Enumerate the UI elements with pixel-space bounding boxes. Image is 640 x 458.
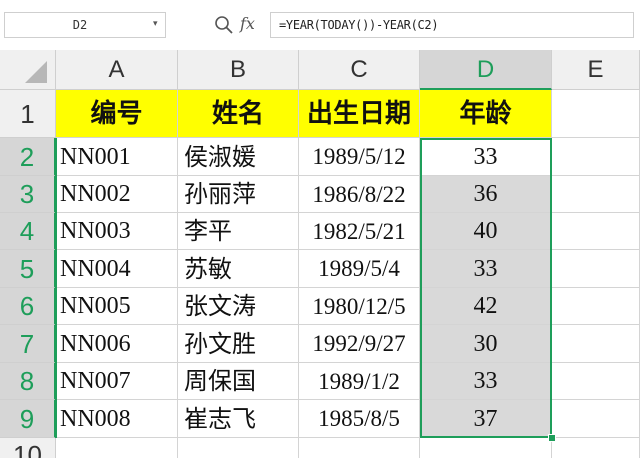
column-header-c[interactable]: C (299, 50, 420, 90)
cell-age[interactable]: 40 (420, 213, 552, 250)
cell-id[interactable]: NN002 (56, 176, 178, 213)
header-cell-name[interactable]: 姓名 (178, 90, 299, 138)
cell-a10[interactable] (56, 438, 178, 458)
cell-e10[interactable] (552, 438, 640, 458)
cell-e2[interactable] (552, 138, 640, 176)
name-box[interactable]: D2 ▾ (4, 12, 166, 38)
header-cell-age[interactable]: 年龄 (420, 90, 552, 138)
formula-bar: D2 ▾ fx =YEAR(TODAY())-YEAR(C2) (0, 0, 640, 51)
cell-e7[interactable] (552, 325, 640, 363)
row-header-9[interactable]: 9 (0, 400, 56, 438)
cell-e1[interactable] (552, 90, 640, 138)
formula-input[interactable]: =YEAR(TODAY())-YEAR(C2) (270, 12, 634, 38)
cell-age[interactable]: 37 (420, 400, 552, 438)
cell-age-active[interactable]: 33 (420, 138, 552, 176)
cell-e3[interactable] (552, 176, 640, 213)
row-header-1[interactable]: 1 (0, 90, 56, 138)
selection-left-edge (55, 138, 57, 438)
row-header-3[interactable]: 3 (0, 176, 56, 213)
cell-age[interactable]: 30 (420, 325, 552, 363)
cell-name[interactable]: 孙丽萍 (178, 176, 299, 213)
cell-id[interactable]: NN006 (56, 325, 178, 363)
cell-age[interactable]: 33 (420, 363, 552, 400)
chevron-down-icon[interactable]: ▾ (153, 19, 161, 29)
column-header-a[interactable]: A (56, 50, 178, 90)
cell-birth[interactable]: 1985/8/5 (299, 400, 420, 438)
row-header-7[interactable]: 7 (0, 325, 56, 363)
cell-e8[interactable] (552, 363, 640, 400)
cell-b10[interactable] (178, 438, 299, 458)
cell-id[interactable]: NN001 (56, 138, 178, 176)
cell-birth[interactable]: 1992/9/27 (299, 325, 420, 363)
name-box-value: D2 (72, 18, 88, 32)
row-header-2[interactable]: 2 (0, 138, 56, 176)
magnifier-icon[interactable] (214, 15, 234, 35)
column-header-e[interactable]: E (552, 50, 640, 90)
cell-name[interactable]: 侯淑媛 (178, 138, 299, 176)
cell-birth[interactable]: 1986/8/22 (299, 176, 420, 213)
header-cell-id[interactable]: 编号 (56, 90, 178, 138)
row-header-6[interactable]: 6 (0, 288, 56, 325)
cell-name[interactable]: 周保国 (178, 363, 299, 400)
cell-e5[interactable] (552, 250, 640, 288)
select-all-corner[interactable] (0, 50, 56, 90)
column-header-b[interactable]: B (178, 50, 299, 90)
cell-c10[interactable] (299, 438, 420, 458)
cell-name[interactable]: 崔志飞 (178, 400, 299, 438)
cell-id[interactable]: NN004 (56, 250, 178, 288)
cell-id[interactable]: NN008 (56, 400, 178, 438)
cell-id[interactable]: NN003 (56, 213, 178, 250)
cell-id[interactable]: NN005 (56, 288, 178, 325)
cell-name[interactable]: 李平 (178, 213, 299, 250)
cell-birth[interactable]: 1989/5/12 (299, 138, 420, 176)
cell-birth[interactable]: 1980/12/5 (299, 288, 420, 325)
spreadsheet-grid: A B C D E 1 2 3 4 5 6 7 8 9 10 编号 姓名 出生日… (0, 50, 640, 458)
header-cell-birth[interactable]: 出生日期 (299, 90, 420, 138)
cell-birth[interactable]: 1989/5/4 (299, 250, 420, 288)
column-header-d[interactable]: D (420, 50, 552, 90)
cell-name[interactable]: 孙文胜 (178, 325, 299, 363)
cell-name[interactable]: 苏敏 (178, 250, 299, 288)
row-header-8[interactable]: 8 (0, 363, 56, 400)
cell-birth[interactable]: 1982/5/21 (299, 213, 420, 250)
cell-e4[interactable] (552, 213, 640, 250)
fx-icon[interactable]: fx (240, 13, 264, 35)
cell-d10[interactable] (420, 438, 552, 458)
row-header-4[interactable]: 4 (0, 213, 56, 250)
cell-birth[interactable]: 1989/1/2 (299, 363, 420, 400)
cell-id[interactable]: NN007 (56, 363, 178, 400)
row-header-5[interactable]: 5 (0, 250, 56, 288)
cell-age[interactable]: 42 (420, 288, 552, 325)
fill-handle[interactable] (548, 434, 556, 442)
cell-age[interactable]: 33 (420, 250, 552, 288)
cell-name[interactable]: 张文涛 (178, 288, 299, 325)
cell-e6[interactable] (552, 288, 640, 325)
row-header-10[interactable]: 10 (0, 438, 56, 458)
formula-text: =YEAR(TODAY())-YEAR(C2) (279, 18, 439, 32)
cell-age[interactable]: 36 (420, 176, 552, 213)
cell-e9[interactable] (552, 400, 640, 438)
